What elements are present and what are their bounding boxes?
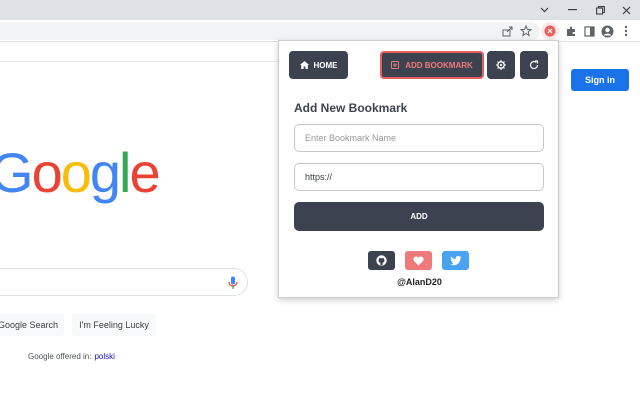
twitter-button[interactable] (442, 251, 469, 270)
minimize-icon[interactable] (558, 0, 586, 20)
browser-toolbar (0, 20, 640, 42)
feeling-lucky-button[interactable]: I'm Feeling Lucky (72, 314, 156, 336)
heart-icon (413, 255, 424, 266)
logo-letter: g (89, 141, 121, 204)
address-bar[interactable] (0, 22, 540, 40)
donate-button[interactable] (405, 251, 432, 270)
restore-icon[interactable] (586, 0, 614, 20)
offered-in-label: Google offered in: (28, 352, 92, 361)
logo-letter: l (119, 141, 132, 204)
share-icon[interactable] (499, 23, 515, 39)
refresh-button[interactable] (520, 51, 548, 79)
twitter-icon (449, 255, 462, 266)
offered-in: Google offered in: polski (28, 352, 115, 361)
home-icon (299, 61, 309, 69)
puzzle-icon[interactable] (563, 23, 579, 39)
google-search-button[interactable]: Google Search (0, 314, 64, 336)
browser-titlebar (0, 0, 640, 20)
github-button[interactable] (368, 251, 395, 270)
add-button[interactable]: ADD (294, 202, 544, 231)
bookmark-url-field[interactable]: https:// (294, 163, 544, 191)
gear-icon (496, 60, 506, 70)
close-icon[interactable] (612, 0, 640, 20)
kebab-menu-icon[interactable] (618, 23, 634, 39)
microphone-icon[interactable] (228, 276, 238, 295)
add-bookmark-tab-button[interactable]: ADD BOOKMARK (380, 51, 484, 79)
popup-title: Add New Bookmark (294, 101, 408, 115)
sidebar-icon[interactable] (581, 23, 597, 39)
home-label: HOME (313, 60, 338, 70)
settings-button[interactable] (487, 51, 515, 79)
profile-icon[interactable] (599, 23, 615, 39)
chevron-down-icon[interactable] (530, 0, 558, 20)
sign-in-button[interactable]: Sign in (571, 69, 629, 91)
add-bookmark-label: ADD BOOKMARK (405, 60, 473, 70)
logo-letter: G (0, 141, 34, 204)
header-divider (0, 61, 280, 62)
author-handle[interactable]: @AlanD20 (279, 277, 560, 287)
logo-letter: o (31, 141, 63, 204)
bookmark-add-icon (391, 61, 400, 69)
google-logo: Google (0, 145, 161, 201)
logo-letter: o (60, 141, 92, 204)
bookmark-extension-popup: HOME ADD BOOKMARK Add New Bookmark Enter… (278, 40, 559, 298)
github-icon (376, 255, 387, 266)
star-icon[interactable] (518, 23, 534, 39)
extension-bookmark-icon[interactable] (541, 22, 559, 40)
google-search-input[interactable] (0, 268, 248, 296)
logo-letter: e (129, 141, 160, 204)
bookmark-name-field[interactable]: Enter Bookmark Name (294, 124, 544, 152)
language-link[interactable]: polski (94, 352, 114, 361)
refresh-icon (529, 60, 539, 70)
home-button[interactable]: HOME (289, 51, 348, 79)
